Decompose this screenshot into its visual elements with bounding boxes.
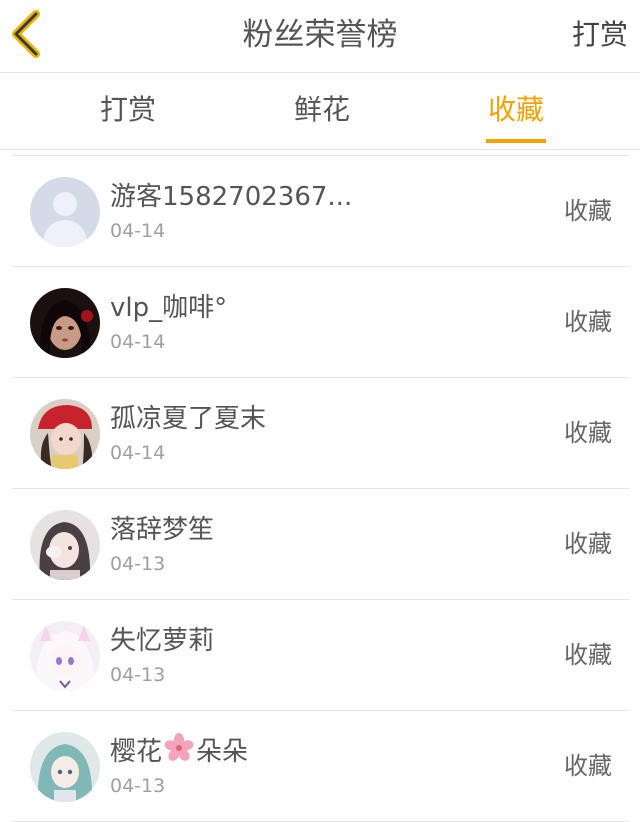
fan-name: 孤凉夏了夏末 — [110, 404, 267, 434]
tab-label: 鲜花 — [293, 93, 350, 126]
list-item[interactable]: 孤凉夏了夏末 04-14 收藏 — [12, 378, 630, 489]
fan-date: 04-13 — [110, 664, 166, 686]
fan-date: 04-14 — [110, 442, 166, 464]
fan-date: 04-14 — [110, 220, 166, 242]
list-item[interactable]: 落辞梦笙 04-13 收藏 — [12, 489, 630, 600]
fan-name: 樱花 朵朵 — [110, 731, 248, 768]
user-avatar-image — [30, 732, 100, 802]
default-avatar-icon — [30, 177, 100, 247]
tab-bar: 打赏 鲜花 收藏 — [0, 73, 640, 150]
list-item[interactable]: 游客1582702367... 04-14 收藏 — [12, 156, 630, 267]
contribution-type: 收藏 — [564, 197, 612, 225]
sakura-flower-icon — [164, 733, 194, 761]
user-avatar-image — [30, 621, 100, 691]
header-bar: 粉丝荣誉榜 打赏 — [0, 0, 640, 73]
tab-reward[interactable]: 打赏 — [48, 73, 208, 149]
user-avatar-image — [30, 399, 100, 469]
avatar[interactable] — [30, 732, 100, 802]
fan-name-prefix: 樱花 — [110, 737, 163, 767]
fan-date: 04-13 — [110, 775, 166, 797]
user-avatar-image — [30, 288, 100, 358]
fan-name: 失忆萝莉 — [110, 626, 215, 656]
fan-date: 04-13 — [110, 553, 166, 575]
user-avatar-image — [30, 510, 100, 580]
fan-list: 游客1582702367... 04-14 收藏 vlp_咖啡° 04-14 收… — [12, 155, 630, 822]
contribution-type: 收藏 — [564, 752, 612, 780]
avatar[interactable] — [30, 510, 100, 580]
back-button[interactable] — [6, 8, 50, 60]
avatar[interactable] — [30, 288, 100, 358]
fan-name-suffix: 朵朵 — [196, 737, 249, 767]
reward-button[interactable]: 打赏 — [572, 0, 628, 72]
tab-label: 打赏 — [99, 93, 156, 126]
list-item[interactable]: 失忆萝莉 04-13 收藏 — [12, 600, 630, 711]
fan-name: 游客1582702367... — [110, 182, 353, 212]
back-arrow-icon — [12, 10, 40, 58]
active-tab-indicator — [486, 139, 546, 143]
tab-flowers[interactable]: 鲜花 — [242, 73, 402, 149]
contribution-type: 收藏 — [564, 419, 612, 447]
avatar[interactable] — [30, 621, 100, 691]
avatar[interactable] — [30, 399, 100, 469]
avatar[interactable] — [30, 177, 100, 247]
contribution-type: 收藏 — [564, 641, 612, 669]
contribution-type: 收藏 — [564, 308, 612, 336]
tab-favorites[interactable]: 收藏 — [436, 73, 596, 149]
fan-name: vlp_咖啡° — [110, 293, 228, 323]
fan-date: 04-14 — [110, 331, 166, 353]
contribution-type: 收藏 — [564, 530, 612, 558]
fan-name: 落辞梦笙 — [110, 515, 215, 545]
tab-label: 收藏 — [487, 93, 544, 126]
page-title: 粉丝荣誉榜 — [242, 17, 398, 53]
list-item[interactable]: 樱花 朵朵 04-13 收藏 — [12, 711, 630, 822]
list-item[interactable]: vlp_咖啡° 04-14 收藏 — [12, 267, 630, 378]
